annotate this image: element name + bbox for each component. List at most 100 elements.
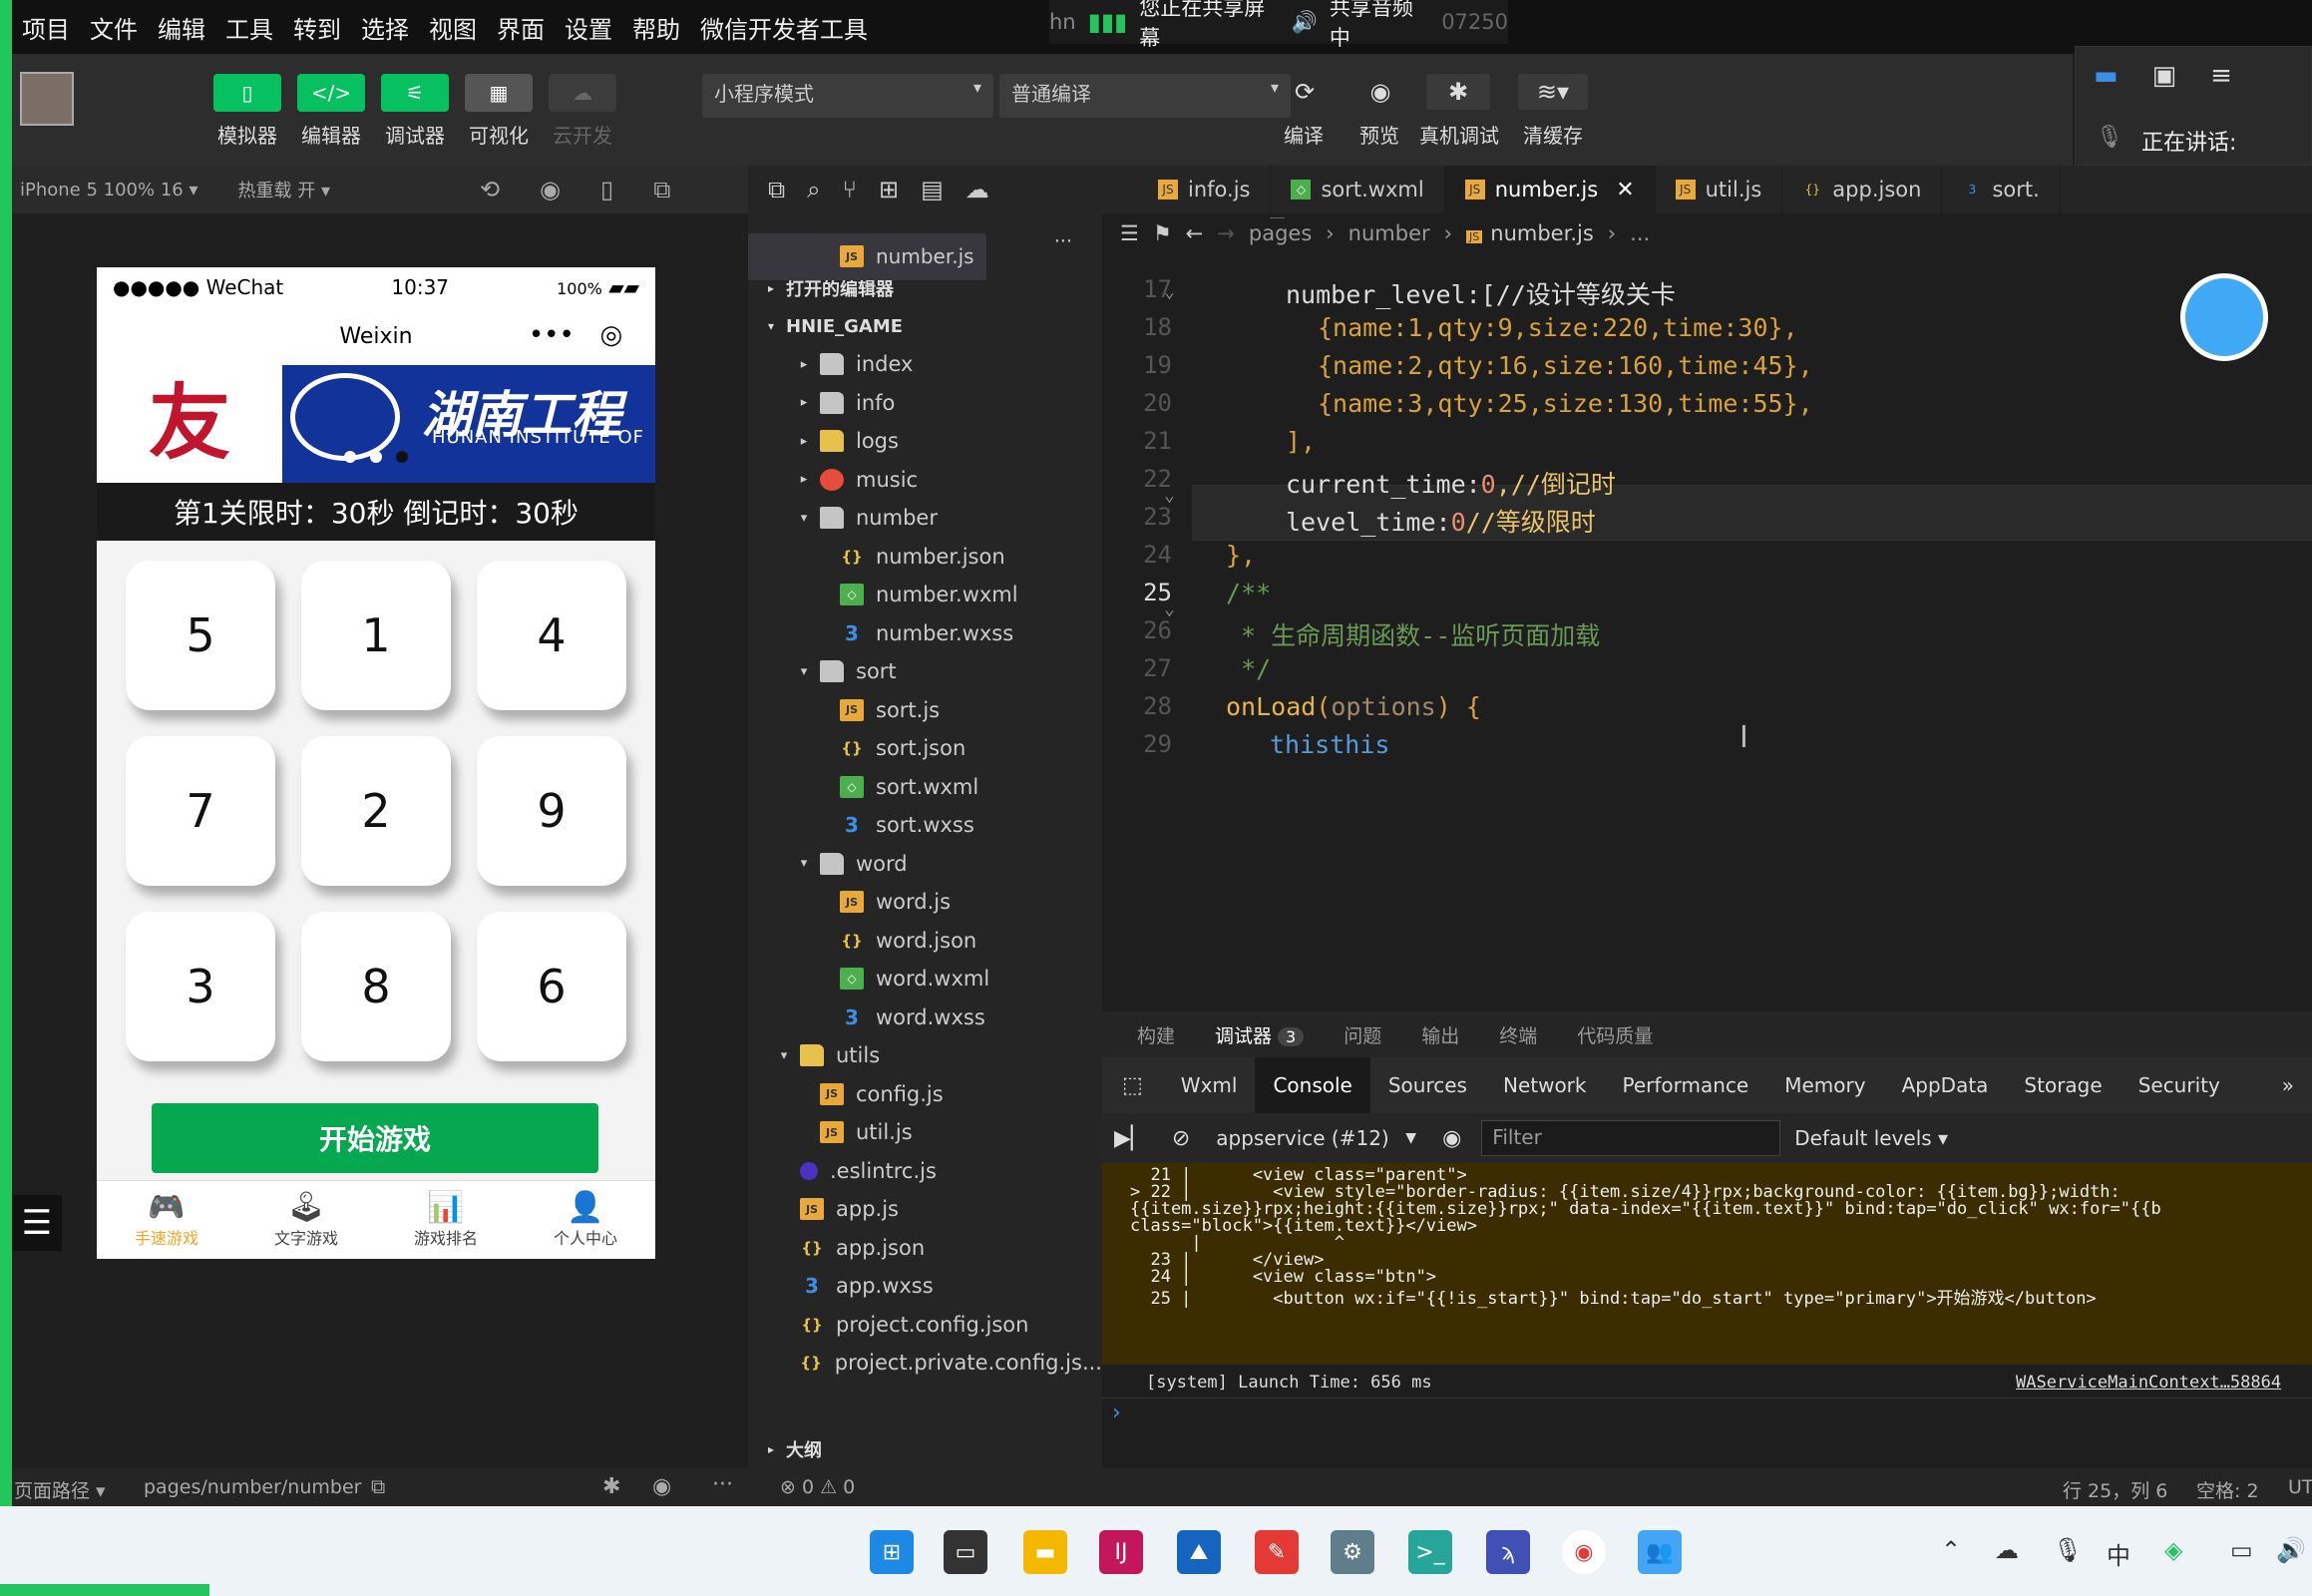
console-prompt-icon[interactable]: › [1112, 1400, 1121, 1425]
tree-item[interactable]: ▾ sort [748, 652, 1102, 691]
outline-toggle-icon[interactable]: ☰ [1120, 221, 1139, 245]
debugger-button[interactable]: ⚟ [381, 74, 449, 112]
mic-muted-icon[interactable]: 🎙 [2096, 125, 2123, 157]
jetbrains-icon[interactable]: IJ [1099, 1530, 1143, 1574]
devtools-tab[interactable]: Console [1255, 1057, 1370, 1113]
notes-icon[interactable]: ✎ [1255, 1530, 1299, 1574]
preview-button[interactable]: ◉ [1349, 74, 1412, 110]
devtools-tab[interactable]: Performance [1605, 1057, 1767, 1113]
menu-item[interactable]: 文件 [90, 10, 138, 45]
fold-icon[interactable]: ⌄ [1164, 598, 1175, 619]
popout-icon[interactable]: ⧉ [653, 176, 670, 203]
tree-item[interactable]: JS util.js [748, 1113, 1102, 1152]
feather-icon[interactable]: ϡ [1486, 1530, 1530, 1574]
code-editor[interactable]: 17 18 19 20 21 22 23 24 25 26 27 28 29 ⌄ ⌄ ⌄ _ numbe… [1102, 190, 2312, 1011]
tree-item[interactable]: {} sort.json [748, 729, 1102, 768]
rotate-icon[interactable]: ⟲ [480, 176, 500, 203]
visual-button[interactable]: ▦ [465, 74, 533, 112]
sidebar-toggle-icon[interactable]: ▶▏ [1114, 1126, 1148, 1151]
audio-status[interactable]: 共享音频中 [1330, 0, 1429, 52]
crumb-number[interactable]: number [1349, 221, 1430, 245]
tree-item[interactable]: 3 app.wxss [748, 1267, 1102, 1306]
tab-build[interactable]: 构建 [1137, 1021, 1175, 1048]
devtools-tab[interactable]: Storage [2006, 1057, 2119, 1113]
tree-item[interactable]: 3 sort.wxss [748, 806, 1102, 845]
remote-debug-button[interactable]: ✱ [1426, 74, 1490, 110]
cloud-icon[interactable]: ☁ [1995, 1536, 2019, 1564]
back-icon[interactable]: ← [1186, 221, 1204, 245]
tab-terminal[interactable]: 终端 [1499, 1021, 1537, 1048]
filter-input[interactable]: Filter [1481, 1120, 1781, 1156]
levels-select[interactable]: Default levels ▾ [1794, 1126, 1948, 1150]
tree-item[interactable]: ◇ word.wxml [748, 960, 1102, 998]
mode-select[interactable]: 小程序模式 ▾ [702, 74, 993, 118]
tree-item[interactable]: ◇ number.wxml [748, 576, 1102, 614]
menu-item[interactable]: 帮助 [632, 10, 680, 45]
devtools-tab[interactable]: Wxml [1163, 1057, 1256, 1113]
devtools-tab[interactable]: Network [1485, 1057, 1605, 1113]
editor-tab[interactable]: JS util.js [1656, 166, 1783, 213]
tree-item[interactable]: {} project.config.json [748, 1306, 1102, 1345]
volume-icon[interactable]: 🔊 [2276, 1536, 2306, 1564]
chevron-up-icon[interactable]: ⌃ [1941, 1536, 1961, 1564]
phone-icon[interactable]: ▯ [600, 176, 613, 203]
tree-item[interactable]: JS word.js [748, 883, 1102, 922]
clear-console-icon[interactable]: ⊘ [1172, 1126, 1190, 1151]
problems-count[interactable]: ⊗ 0 ⚠ 0 [780, 1476, 855, 1498]
crumb-more[interactable]: ... [1630, 221, 1650, 245]
devtools-tab[interactable]: Sources [1370, 1057, 1485, 1113]
device-select[interactable]: iPhone 5 100% 16 ▾ [20, 180, 198, 200]
eye-icon[interactable]: ◉ [1442, 1126, 1461, 1151]
more-icon[interactable]: ••• [529, 320, 575, 350]
number-block[interactable]: 1 [301, 561, 451, 710]
extensions-icon[interactable]: ⊞ [879, 176, 899, 203]
phone-tab[interactable]: 🕹 文字游戏 [236, 1181, 376, 1259]
file-explorer-icon[interactable]: ▬ [1023, 1530, 1067, 1574]
phone-tab[interactable]: 🎮 手速游戏 [97, 1181, 236, 1259]
cloud-tool-icon[interactable]: ☁ [965, 176, 989, 203]
search-icon[interactable]: ⌕ [807, 176, 820, 203]
tree-item[interactable]: JS number.js [748, 233, 986, 280]
minimize-icon[interactable]: ▬ [2094, 61, 2119, 91]
forward-icon[interactable]: → [1217, 221, 1235, 245]
tree-item[interactable]: JS config.js [748, 1075, 1102, 1114]
bug-icon[interactable]: ✱ [602, 1474, 620, 1499]
window-icon[interactable]: ▣ [2152, 61, 2177, 91]
files-icon[interactable]: ⧉ [768, 176, 785, 203]
wechat-devtools-icon[interactable]: >_ [1408, 1530, 1452, 1574]
tab-quality[interactable]: 代码质量 [1577, 1021, 1653, 1048]
number-block[interactable]: 4 [477, 561, 626, 710]
menu-item[interactable]: 视图 [429, 10, 477, 45]
indent-setting[interactable]: 空格: 2 [2196, 1476, 2259, 1503]
wechat-tray-icon[interactable]: ◈ [2164, 1536, 2182, 1564]
devtools-tab[interactable]: » [2264, 1057, 2312, 1113]
tree-item[interactable]: ▸ index [748, 345, 1102, 384]
editor-tab[interactable]: 3 sort. [1942, 166, 2061, 213]
meeting-icon[interactable]: 👥 [1638, 1530, 1682, 1574]
editor-tab[interactable]: ◇ sort.wxml [1271, 166, 1445, 213]
settings-icon[interactable]: ⚙ [1331, 1530, 1374, 1574]
clear-cache-button[interactable]: ≋▾ [1518, 74, 1588, 110]
compile-button[interactable]: ⟳ [1273, 74, 1337, 110]
tree-item[interactable]: ▾ word [748, 845, 1102, 884]
stop-icon[interactable]: ◉ [540, 176, 561, 203]
phone-tab[interactable]: 👤 个人中心 [516, 1181, 655, 1259]
close-target-icon[interactable]: ◎ [599, 320, 622, 350]
tree-item[interactable]: {} number.json [748, 538, 1102, 577]
editor-tab[interactable]: {} app.json [1782, 166, 1943, 213]
context-select[interactable]: appservice (#12) [1216, 1126, 1405, 1150]
storage-icon[interactable]: ▤ [921, 176, 944, 203]
tree-item[interactable]: ◇ sort.wxml [748, 768, 1102, 807]
menu-item[interactable]: 项目 [22, 10, 70, 45]
crumb-pages[interactable]: pages [1249, 221, 1312, 245]
editor-tab[interactable]: JS number.js ✕ [1444, 166, 1656, 213]
number-block[interactable]: 5 [126, 561, 275, 710]
tree-item[interactable]: ▾ number [748, 499, 1102, 538]
tree-item[interactable]: {} app.json [748, 1229, 1102, 1268]
microphone-icon[interactable]: 🎙 [2053, 1536, 2083, 1564]
encoding[interactable]: UT [2288, 1476, 2312, 1498]
devtools-tab[interactable]: AppData [1884, 1057, 2007, 1113]
menu-item[interactable]: 界面 [497, 10, 545, 45]
outline-section[interactable]: ▸ 大纲 [748, 1430, 1102, 1468]
cursor-position[interactable]: 行 25，列 6 [2063, 1476, 2167, 1503]
